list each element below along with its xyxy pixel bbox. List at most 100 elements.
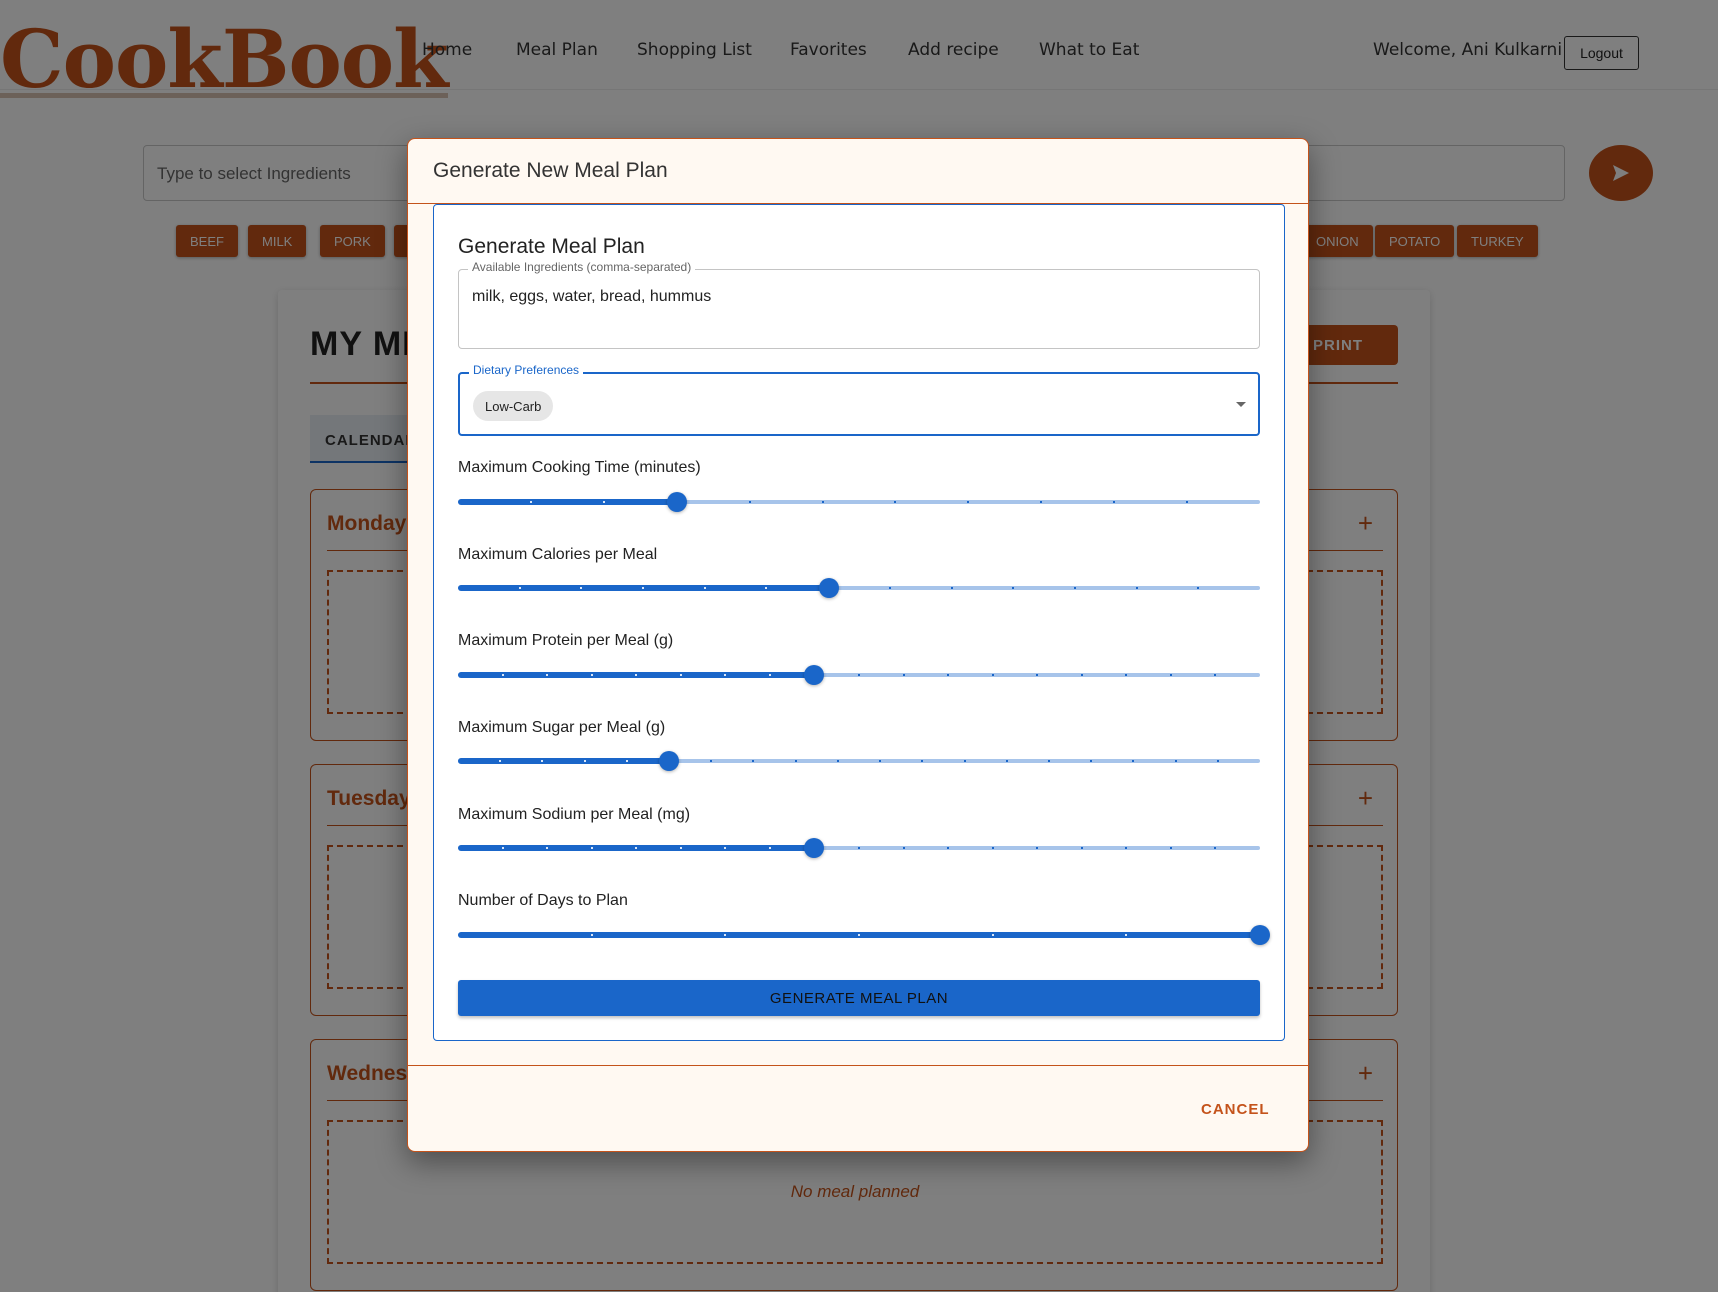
slider-mark: [1113, 501, 1115, 503]
slider-mark: [947, 847, 949, 849]
slider-thumb[interactable]: [804, 838, 824, 858]
slider-mark: [502, 674, 504, 676]
slider-mark: [530, 501, 532, 503]
slider-mark: [1081, 674, 1083, 676]
slider-mark: [1170, 674, 1172, 676]
slider-mark: [1081, 847, 1083, 849]
slider-mark: [635, 847, 637, 849]
slider-mark: [1012, 587, 1014, 589]
slider-label: Maximum Calories per Meal: [458, 546, 658, 563]
slider-mark: [769, 674, 771, 676]
slider-mark: [1036, 674, 1038, 676]
slider-mark: [795, 760, 797, 762]
slider-mark: [1136, 587, 1138, 589]
range-slider[interactable]: [458, 578, 1260, 598]
ingredients-value[interactable]: milk, eggs, water, bread, hummus: [472, 288, 711, 306]
slider-mark: [765, 587, 767, 589]
slider-mark: [603, 501, 605, 503]
slider-mark: [642, 587, 644, 589]
dialog-title: Generate New Meal Plan: [433, 159, 668, 182]
slider-mark: [1125, 847, 1127, 849]
slider-mark: [591, 934, 593, 936]
slider-mark: [903, 674, 905, 676]
generate-button-label: GENERATE MEAL PLAN: [769, 989, 949, 1007]
slider-mark: [724, 674, 726, 676]
slider-mark: [921, 760, 923, 762]
slider-mark: [822, 501, 824, 503]
meal-plan-form: Generate Meal Plan Available Ingredients…: [433, 204, 1285, 1041]
range-slider[interactable]: [458, 838, 1260, 858]
slider-mark: [1186, 501, 1188, 503]
slider-mark: [499, 760, 501, 762]
slider-mark: [1170, 847, 1172, 849]
slider-track: [458, 499, 677, 505]
slider-mark: [519, 587, 521, 589]
slider-mark: [710, 760, 712, 762]
slider-mark: [1132, 760, 1134, 762]
slider-mark: [1074, 587, 1076, 589]
slider-thumb[interactable]: [659, 751, 679, 771]
slider-mark: [894, 501, 896, 503]
ingredients-label: Available Ingredients (comma-separated): [468, 260, 696, 274]
range-slider[interactable]: [458, 751, 1260, 771]
slider-mark: [967, 501, 969, 503]
slider-mark: [591, 847, 593, 849]
slider-mark: [591, 674, 593, 676]
dietary-label: Dietary Preferences: [469, 363, 584, 377]
slider-mark: [769, 847, 771, 849]
slider-label: Maximum Sodium per Meal (mg): [458, 806, 691, 823]
slider-mark: [889, 587, 891, 589]
slider-thumb[interactable]: [819, 578, 839, 598]
generate-meal-plan-button[interactable]: GENERATE MEAL PLAN: [458, 980, 1260, 1016]
slider-mark: [724, 934, 726, 936]
slider-mark: [541, 760, 543, 762]
slider-mark: [1125, 934, 1127, 936]
slider-mark: [879, 760, 881, 762]
slider-mark: [858, 847, 860, 849]
slider-thumb[interactable]: [1250, 925, 1270, 945]
range-slider[interactable]: [458, 492, 1260, 512]
slider-mark: [1090, 760, 1092, 762]
slider-mark: [837, 760, 839, 762]
slider-mark: [858, 934, 860, 936]
slider-thumb[interactable]: [804, 665, 824, 685]
range-slider[interactable]: [458, 665, 1260, 685]
slider-mark: [749, 501, 751, 503]
cancel-button[interactable]: CANCEL: [1201, 1101, 1270, 1118]
slider-mark: [992, 934, 994, 936]
slider-mark: [502, 847, 504, 849]
range-slider[interactable]: [458, 925, 1270, 945]
slider-mark: [951, 587, 953, 589]
slider-mark: [903, 847, 905, 849]
slider-label: Maximum Protein per Meal (g): [458, 632, 674, 649]
slider-mark: [546, 847, 548, 849]
generate-meal-plan-dialog: Generate New Meal Plan Generate Meal Pla…: [407, 138, 1309, 1152]
slider-mark: [752, 760, 754, 762]
slider-mark: [1040, 501, 1042, 503]
slider-mark: [1217, 760, 1219, 762]
slider-thumb[interactable]: [667, 492, 687, 512]
dietary-preferences-select[interactable]: Dietary Preferences Low-Carb: [458, 363, 1260, 436]
slider-mark: [964, 760, 966, 762]
slider-mark: [635, 674, 637, 676]
dropdown-caret-icon[interactable]: [1236, 402, 1246, 407]
ingredients-field[interactable]: Available Ingredients (comma-separated) …: [458, 260, 1260, 349]
slider-mark: [992, 674, 994, 676]
slider-mark: [546, 674, 548, 676]
slider-mark: [1175, 760, 1177, 762]
dietary-chip-low-carb[interactable]: Low-Carb: [473, 391, 554, 421]
slider-mark: [1214, 847, 1216, 849]
slider-label: Maximum Cooking Time (minutes): [458, 459, 701, 476]
slider-mark: [1125, 674, 1127, 676]
slider-label: Maximum Sugar per Meal (g): [458, 719, 666, 736]
slider-mark: [858, 674, 860, 676]
slider-mark: [724, 847, 726, 849]
slider-mark: [584, 760, 586, 762]
slider-mark: [704, 587, 706, 589]
slider-mark: [680, 674, 682, 676]
slider-mark: [1214, 674, 1216, 676]
slider-mark: [1036, 847, 1038, 849]
slider-mark: [580, 587, 582, 589]
slider-mark: [1006, 760, 1008, 762]
slider-mark: [947, 674, 949, 676]
